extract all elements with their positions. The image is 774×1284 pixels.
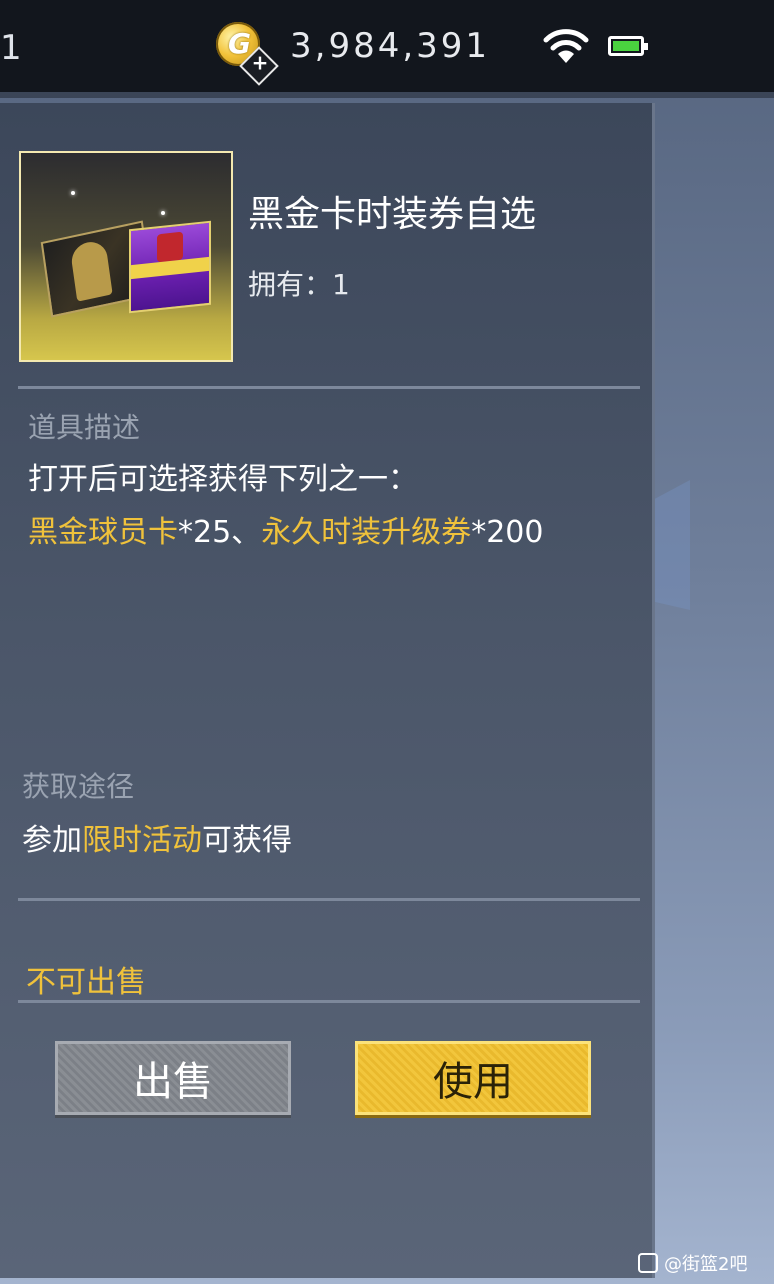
reward-list: 黑金球员卡*25、永久时装升级券*200 [28,506,628,560]
plus-symbol: + [251,50,269,75]
description-text: 打开后可选择获得下列之一： [28,462,418,497]
reward-upgrade-ticket: 永久时装升级券 [261,515,472,550]
tieba-logo-icon [638,1253,658,1273]
reward-upgrade-ticket-qty: *200 [471,515,544,550]
owned-count: 拥有：1 [248,263,350,303]
limited-event-link: 限时活动 [82,823,202,858]
reward-black-card: 黑金球员卡 [28,515,178,550]
description-title: 道具描述 [28,411,141,444]
acquire-suffix: 可获得 [202,823,292,858]
sale-status: 不可出售 [26,965,146,1000]
watermark: @街篮2吧 [638,1250,747,1276]
owned-label: 拥有： [248,268,333,301]
owned-value: 1 [332,268,350,301]
divider [18,1000,640,1003]
player-silhouette [69,238,113,302]
reward-black-card-qty: *25、 [178,515,262,550]
coin-balance: 3,984,391 [290,26,491,66]
sell-button[interactable]: 出售 [55,1041,291,1115]
sparkle-decoration [161,211,165,215]
left-partial-text: 1 [0,28,23,68]
battery-icon [608,36,648,56]
acquire-title: 获取途径 [22,770,135,803]
status-bar: 1 G + 3,984,391 [0,0,774,92]
coin-letter: G [228,27,251,60]
wifi-icon [543,29,589,63]
status-bar-edge [0,92,774,98]
ticket-stripe [131,256,209,280]
item-thumbnail [19,151,233,362]
acquire-text: 参加限时活动可获得 [22,815,292,859]
item-name: 黑金卡时装券自选 [248,194,537,235]
battery-level [613,41,639,51]
use-button[interactable]: 使用 [355,1041,591,1115]
item-detail-panel: 黑金卡时装券自选 拥有：1 道具描述 打开后可选择获得下列之一： 黑金球员卡*2… [0,103,655,1278]
divider [18,386,640,389]
divider [18,898,640,901]
watermark-text: @街篮2吧 [664,1254,748,1275]
acquire-prefix: 参加 [22,823,82,858]
jersey-icon [157,231,183,263]
fashion-ticket [129,220,211,314]
sparkle-decoration [71,191,75,195]
